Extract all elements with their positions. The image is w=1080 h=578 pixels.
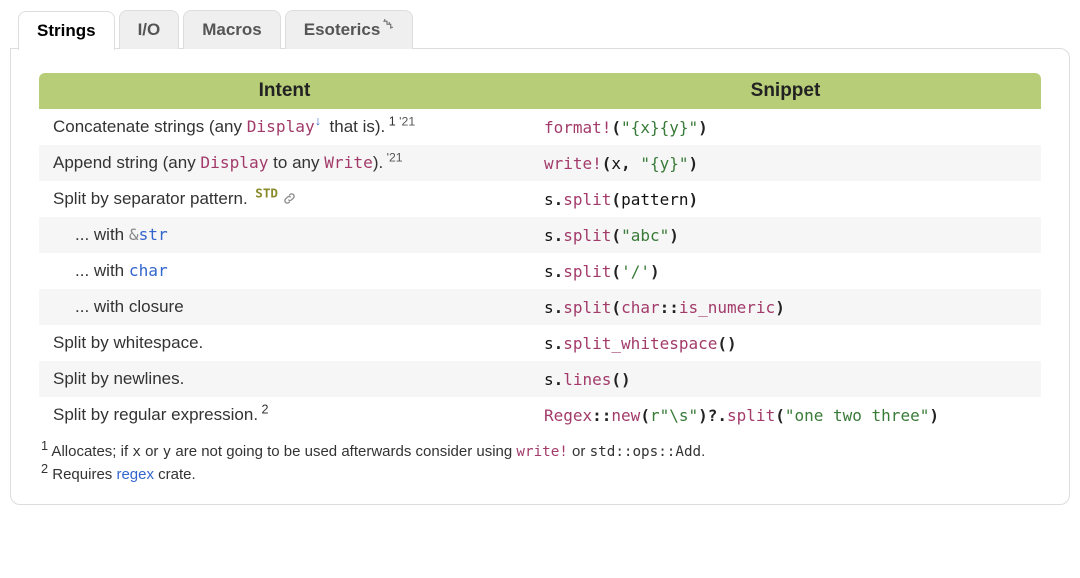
snippet-cell[interactable]: write!(x, "{y}"): [530, 145, 1041, 181]
edition-badge: '21: [396, 114, 415, 128]
intent-text: Concatenate strings (any: [53, 117, 247, 136]
intent-cell: Split by regular expression. 2: [39, 397, 530, 433]
intent-text: Split by separator pattern.: [53, 189, 248, 208]
tab-esoterics-label: Esoterics: [304, 20, 381, 40]
intent-cell: ... with &str: [39, 217, 530, 253]
snippet-cell[interactable]: s.split("abc"): [530, 217, 1041, 253]
table-row: ... with &strs.split("abc"): [39, 217, 1041, 253]
table-row: Split by regular expression. 2Regex::new…: [39, 397, 1041, 433]
footnotes: 1 Allocates; if x or y are not going to …: [39, 433, 1041, 492]
intent-cell: ... with closure: [39, 289, 530, 325]
std-badge[interactable]: STD: [248, 185, 278, 200]
table-row: ... with chars.split('/'): [39, 253, 1041, 289]
table-row: Split by whitespace. s.split_whitespace(): [39, 325, 1041, 361]
table-row: Concatenate strings (any Display↓ that i…: [39, 109, 1041, 145]
reference-table: Intent Snippet Concatenate strings (any …: [39, 73, 1041, 433]
footnote-2-pre: Requires: [48, 466, 116, 483]
intent-text: ... with closure: [75, 297, 184, 316]
edition-badge: '21: [383, 150, 402, 164]
footnote-2-regex-link[interactable]: regex: [116, 466, 154, 483]
col-snippet-header: Snippet: [530, 73, 1041, 109]
tab-panel-strings: Intent Snippet Concatenate strings (any …: [10, 48, 1070, 505]
snippet-cell[interactable]: Regex::new(r"\s")?.split("one two three"…: [530, 397, 1041, 433]
footnote-1-mid2: are not going to be used afterwards cons…: [171, 443, 516, 460]
snippet-cell[interactable]: s.split_whitespace(): [530, 325, 1041, 361]
intent-code: Display: [247, 117, 315, 136]
intent-text: to any: [268, 153, 324, 172]
intent-code: char: [129, 261, 168, 280]
table-row: ... with closure s.split(char::is_numeric…: [39, 289, 1041, 325]
footnote-1-x: x: [132, 444, 141, 460]
footnote-1-post: .: [701, 443, 705, 460]
intent-text: ... with: [75, 225, 129, 244]
esoterics-badge-icon: [381, 19, 393, 31]
table-row: Split by newlines. s.lines(): [39, 361, 1041, 397]
intent-text: ... with: [75, 261, 129, 280]
footnote-1: 1 Allocates; if x or y are not going to …: [41, 441, 1039, 464]
table-row: Append string (any Display to any Write)…: [39, 145, 1041, 181]
intent-cell: Append string (any Display to any Write)…: [39, 145, 530, 181]
intent-code: Display: [200, 153, 268, 172]
snippet-cell[interactable]: s.lines(): [530, 361, 1041, 397]
intent-text: that is).: [325, 117, 385, 136]
footnote-1-write: write!: [516, 444, 567, 460]
intent-cell: Split by newlines.: [39, 361, 530, 397]
col-intent-header: Intent: [39, 73, 530, 109]
snippet-cell[interactable]: s.split('/'): [530, 253, 1041, 289]
footnote-ref[interactable]: 2: [258, 402, 269, 416]
footnote-1-add: std::ops::Add: [590, 444, 702, 460]
table-row: Split by separator pattern. STD s.split(…: [39, 181, 1041, 217]
tab-macros[interactable]: Macros: [183, 10, 281, 49]
intent-code: Write: [324, 153, 373, 172]
intent-text: Split by whitespace.: [53, 333, 203, 352]
intent-text: Split by regular expression.: [53, 405, 258, 424]
tab-io[interactable]: I/O: [119, 10, 180, 49]
intent-text: ).: [373, 153, 383, 172]
tab-bar: Strings I/O Macros Esoterics: [10, 10, 1070, 49]
snippet-cell[interactable]: s.split(pattern): [530, 181, 1041, 217]
footnote-2-post: crate.: [154, 466, 196, 483]
intent-code: &str: [129, 225, 168, 244]
snippet-cell[interactable]: format!("{x}{y}"): [530, 109, 1041, 145]
tab-strings[interactable]: Strings: [18, 11, 115, 50]
footnote-ref[interactable]: 1: [385, 114, 396, 128]
footnote-2: 2 Requires regex crate.: [41, 464, 1039, 487]
intent-cell: Split by whitespace.: [39, 325, 530, 361]
intent-text: Split by newlines.: [53, 369, 184, 388]
tab-esoterics[interactable]: Esoterics: [285, 10, 414, 49]
intent-cell: ... with char: [39, 253, 530, 289]
snippet-cell[interactable]: s.split(char::is_numeric): [530, 289, 1041, 325]
intent-cell: Split by separator pattern. STD: [39, 181, 530, 217]
intent-text: Append string (any: [53, 153, 200, 172]
footnote-1-pre: Allocates; if: [48, 443, 132, 460]
footnote-1-mid3: or: [568, 443, 590, 460]
permalink-icon[interactable]: [283, 192, 296, 205]
intent-cell: Concatenate strings (any Display↓ that i…: [39, 109, 530, 145]
footnote-1-mid1: or: [141, 443, 163, 460]
footnote-1-y: y: [163, 444, 172, 460]
